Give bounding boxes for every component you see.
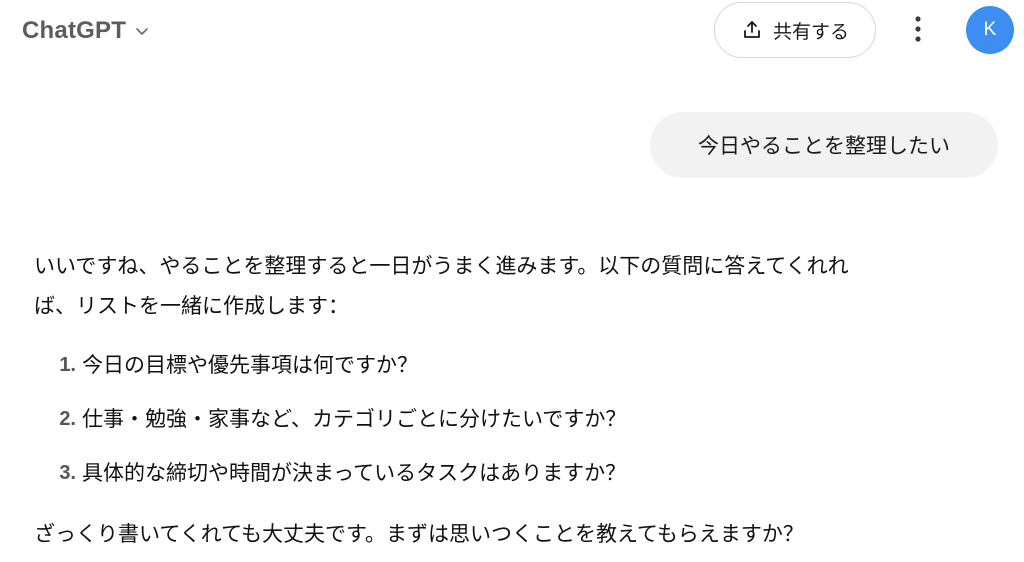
share-label: 共有する [772,20,849,43]
share-button[interactable]: 共有する [714,2,876,58]
assistant-intro-line-2: ば、リストを一緒に作成します： [34,294,349,318]
list-item: 3. 具体的な締切や時間が決まっているタスクはありますか？ [34,446,984,500]
list-item-number: 2. [59,408,76,430]
list-item-number: 3. [59,462,76,484]
list-item: 2. 仕事・勉強・家事など、カテゴリごとに分けたいですか？ [34,392,984,446]
vertical-dots-icon [914,15,922,47]
list-item-text: 具体的な締切や時間が決まっているタスクはありますか？ [82,461,627,485]
list-item-text: 今日の目標や優先事項は何ですか？ [82,353,418,377]
list-item-number: 1. [59,354,76,376]
assistant-intro-line-1: いいですね、やることを整理すると一日がうまく進みます。以下の質問に答えてくれれ [34,254,849,278]
chevron-down-icon [134,23,150,39]
list-item-text: 仕事・勉強・家事など、カテゴリごとに分けたいですか？ [82,407,627,431]
assistant-message: いいですね、やることを整理すると一日がうまく進みます。以下の質問に答えてくれれ … [34,246,984,554]
avatar[interactable]: K [966,6,1014,54]
model-name: ChatGPT [22,17,127,44]
share-upload-icon [741,19,763,41]
top-bar: ChatGPT 共有する K [0,0,1024,62]
more-options-button[interactable] [904,14,932,48]
model-switcher[interactable]: ChatGPT [22,14,150,48]
assistant-outro: ざっくり書いてくれても大丈夫です。まずは思いつくことを教えてもらえますか？ [34,522,804,546]
user-message-bubble: 今日やることを整理したい [650,112,998,178]
question-list: 1. 今日の目標や優先事項は何ですか？ 2. 仕事・勉強・家事など、カテゴリごと… [34,338,984,500]
list-item: 1. 今日の目標や優先事項は何ですか？ [34,338,984,392]
assistant-intro: いいですね、やることを整理すると一日がうまく進みます。以下の質問に答えてくれれ … [34,246,984,326]
